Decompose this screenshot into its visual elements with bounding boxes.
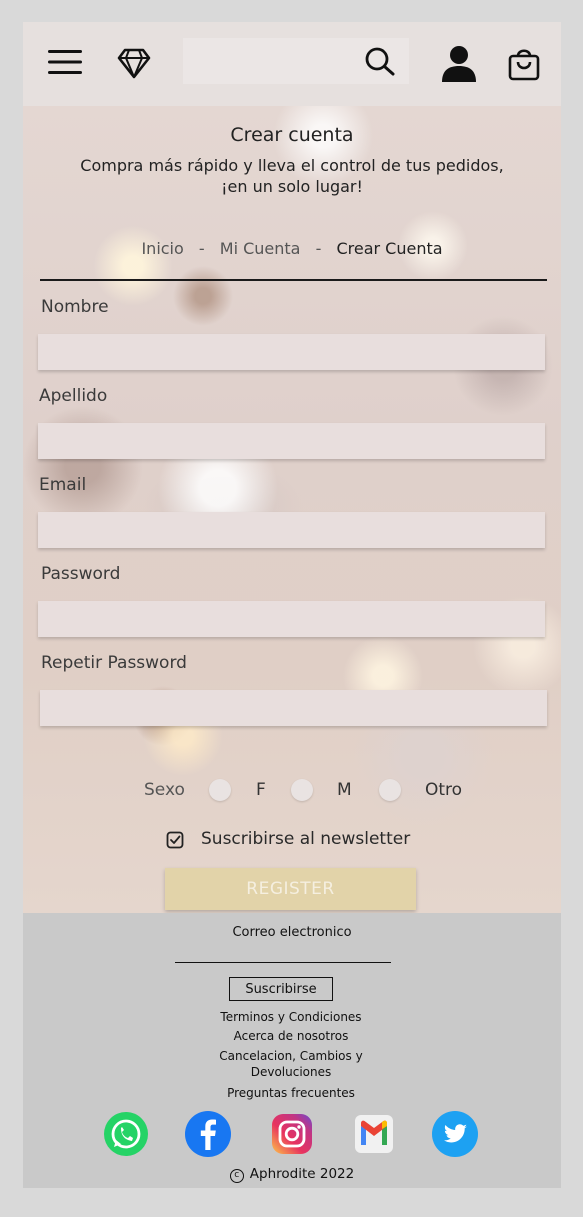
newsletter-label: Suscribirse al newsletter	[201, 829, 411, 849]
register-section: Crear cuenta Compra más rápido y lleva e…	[23, 106, 561, 913]
password-field[interactable]	[38, 601, 545, 637]
terms-link[interactable]: Terminos y Condiciones	[183, 1009, 399, 1025]
breadcrumb-inicio[interactable]: Inicio	[141, 239, 183, 258]
sexo-option-otro: Otro	[425, 780, 463, 800]
password-label: Password	[41, 564, 121, 584]
nombre-field[interactable]	[38, 334, 545, 370]
repeat-password-label: Repetir Password	[41, 653, 187, 673]
page-subtitle: Compra más rápido y lleva el control de …	[80, 156, 504, 196]
nombre-label: Nombre	[41, 297, 109, 317]
sexo-label: Sexo	[144, 780, 185, 800]
apellido-label: Apellido	[39, 386, 108, 406]
checkbox-checked-icon[interactable]	[166, 831, 184, 849]
breadcrumb-separator: -	[198, 239, 205, 258]
sexo-radio-otro[interactable]	[379, 779, 401, 801]
subscribe-button[interactable]: Suscribirse	[229, 977, 333, 1001]
user-icon[interactable]	[439, 44, 479, 84]
sexo-group: Sexo F M Otro	[23, 778, 561, 806]
instagram-icon[interactable]	[268, 1110, 316, 1158]
breadcrumb-mi-cuenta[interactable]: Mi Cuenta	[220, 239, 301, 258]
diamond-icon[interactable]	[117, 46, 151, 80]
whatsapp-icon[interactable]	[102, 1110, 150, 1158]
email-label: Email	[39, 475, 87, 495]
copyright-text: Aphrodite 2022	[249, 1166, 355, 1182]
newsletter-row: Suscribirse al newsletter	[166, 828, 466, 854]
sexo-option-f: F	[256, 780, 266, 800]
divider	[40, 279, 547, 281]
cancellations-link[interactable]: Cancelacion, Cambios y Devoluciones	[199, 1048, 383, 1080]
footer-email-label: Correo electronico	[232, 925, 352, 940]
sexo-radio-f[interactable]	[209, 779, 231, 801]
footer-email-input[interactable]	[175, 945, 391, 963]
footer: Correo electronico Suscribirse Terminos …	[23, 913, 561, 1188]
register-button[interactable]: REGISTER	[165, 868, 416, 910]
search-icon[interactable]	[364, 46, 396, 76]
app-frame: Crear cuenta Compra más rápido y lleva e…	[23, 22, 561, 1188]
apellido-field[interactable]	[38, 423, 545, 459]
sexo-radio-m[interactable]	[291, 779, 313, 801]
gmail-icon[interactable]	[350, 1110, 398, 1158]
shopping-bag-icon[interactable]	[507, 46, 541, 82]
facebook-icon[interactable]	[184, 1110, 232, 1158]
breadcrumb: Inicio - Mi Cuenta - Crear Cuenta	[23, 239, 561, 258]
copyright-icon: c	[229, 1169, 244, 1183]
hamburger-menu-icon[interactable]	[47, 48, 83, 76]
copyright: c Aphrodite 2022	[23, 1166, 561, 1183]
about-link[interactable]: Acerca de nosotros	[183, 1028, 399, 1044]
header	[23, 22, 561, 106]
faq-link[interactable]: Preguntas frecuentes	[183, 1085, 399, 1101]
twitter-icon[interactable]	[431, 1110, 479, 1158]
breadcrumb-crear-cuenta: Crear Cuenta	[336, 239, 443, 258]
sexo-option-m: M	[337, 780, 352, 800]
page-title: Crear cuenta	[230, 124, 354, 146]
email-field[interactable]	[38, 512, 545, 548]
repeat-password-field[interactable]	[40, 690, 547, 726]
breadcrumb-separator: -	[315, 239, 322, 258]
